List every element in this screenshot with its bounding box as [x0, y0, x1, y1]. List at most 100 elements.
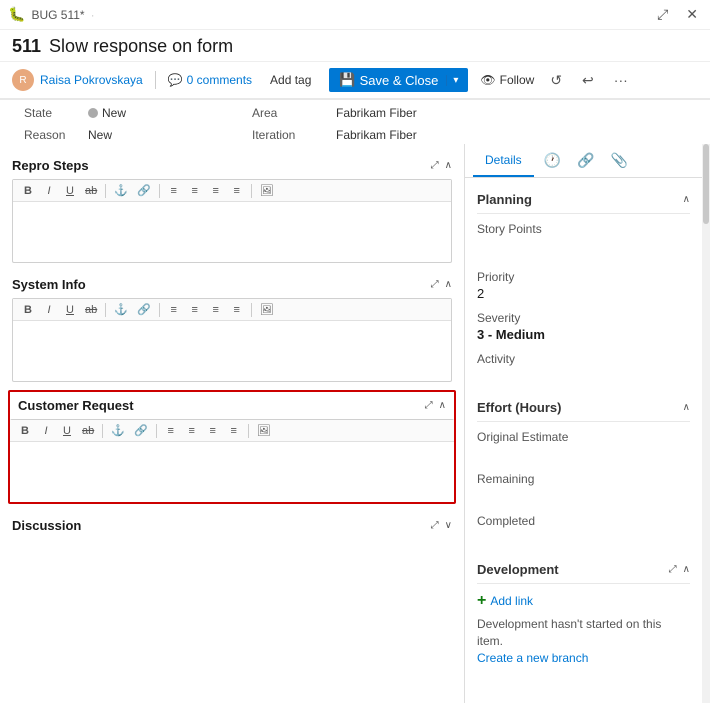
repro-strike-btn[interactable]: ab — [82, 184, 100, 198]
tab-history[interactable]: 🕐 — [538, 144, 567, 177]
discussion-expand-icon[interactable]: ⤢ — [431, 520, 439, 531]
save-close-button[interactable]: 💾 Save & Close ▾ — [329, 68, 468, 92]
repro-anchor-btn[interactable]: ⚓ — [111, 183, 131, 198]
sysinfo-list4-btn[interactable]: ≡ — [228, 303, 246, 317]
repro-list4-btn[interactable]: ≡ — [228, 184, 246, 198]
custreq-underline-btn[interactable]: U — [58, 424, 76, 438]
sysinfo-anchor-btn[interactable]: ⚓ — [111, 302, 131, 317]
custreq-sep-2 — [156, 424, 157, 438]
repro-expand-icon[interactable]: ⤢ — [431, 160, 439, 171]
repro-list3-btn[interactable]: ≡ — [207, 184, 225, 198]
custreq-collapse-icon[interactable]: ∧ — [439, 400, 446, 411]
custreq-bold-btn[interactable]: B — [16, 424, 34, 438]
right-panel: Details 🕐 🔗 📎 Planning ∧ Story Points — [465, 144, 710, 703]
tab-details[interactable]: Details — [473, 145, 534, 177]
effort-section-header: Effort (Hours) ∧ — [477, 394, 690, 422]
user-name[interactable]: Raisa Pokrovskaya — [40, 73, 143, 87]
customer-request-editor: B I U ab ⚓ 🔗 ≡ ≡ ≡ ≡ 🖼 — [10, 419, 454, 502]
system-info-content[interactable] — [13, 321, 451, 381]
repro-link-btn[interactable]: 🔗 — [134, 183, 154, 198]
repro-steps-header[interactable]: Repro Steps ⤢ ∧ — [0, 152, 464, 179]
completed-label: Completed — [477, 514, 690, 528]
repro-list2-btn[interactable]: ≡ — [186, 184, 204, 198]
custreq-italic-btn[interactable]: I — [37, 424, 55, 438]
follow-icon: 👁 — [480, 73, 495, 87]
sysinfo-link-btn[interactable]: 🔗 — [134, 302, 154, 317]
completed-row: Completed — [477, 514, 690, 546]
customer-request-toolbar: B I U ab ⚓ 🔗 ≡ ≡ ≡ ≡ 🖼 — [10, 420, 454, 442]
sysinfo-underline-btn[interactable]: U — [61, 303, 79, 317]
right-content: Details 🕐 🔗 📎 Planning ∧ Story Points — [465, 144, 702, 703]
right-scrollbar-thumb — [703, 144, 709, 224]
dev-collapse-btn[interactable]: ∧ — [683, 564, 690, 575]
details-content: Planning ∧ Story Points Priority 2 — [465, 178, 702, 674]
customer-request-controls: ⤢ ∧ — [425, 400, 446, 411]
dev-section-title: Development — [477, 562, 559, 577]
follow-button[interactable]: 👁 Follow — [480, 73, 534, 87]
sysinfo-strike-btn[interactable]: ab — [82, 303, 100, 317]
repro-list1-btn[interactable]: ≡ — [165, 184, 183, 198]
planning-collapse-btn[interactable]: ∧ — [683, 194, 690, 205]
tab-links[interactable]: 🔗 — [571, 144, 600, 177]
expand-window-button[interactable]: ⤢ — [653, 4, 672, 25]
tab-attachments[interactable]: 📎 — [605, 144, 634, 177]
repro-underline-btn[interactable]: U — [61, 184, 79, 198]
sysinfo-collapse-icon[interactable]: ∧ — [445, 279, 452, 290]
repro-collapse-icon[interactable]: ∧ — [445, 160, 452, 171]
dev-expand-icon[interactable]: ⤢ — [669, 564, 677, 575]
undo-button[interactable]: ↩ — [578, 70, 598, 91]
original-estimate-value[interactable] — [477, 446, 690, 462]
custreq-list3-btn[interactable]: ≡ — [204, 424, 222, 438]
sysinfo-expand-icon[interactable]: ⤢ — [431, 279, 439, 290]
system-info-title: System Info — [12, 277, 86, 292]
custreq-list4-btn[interactable]: ≡ — [225, 424, 243, 438]
severity-value[interactable]: 3 - Medium — [477, 327, 690, 342]
comments-link[interactable]: 💬 0 comments — [168, 73, 252, 87]
system-info-section: System Info ⤢ ∧ B I U ab ⚓ 🔗 ≡ ≡ — [0, 271, 464, 382]
right-scrollbar[interactable] — [702, 144, 710, 703]
page-header: 511 Slow response on form — [0, 30, 710, 62]
story-points-value[interactable] — [477, 238, 690, 254]
repro-italic-btn[interactable]: I — [40, 184, 58, 198]
sysinfo-image-btn[interactable]: 🖼 — [257, 302, 277, 317]
avatar: R — [12, 69, 34, 91]
activity-row: Activity — [477, 352, 690, 384]
bug-title: Slow response on form — [49, 36, 233, 57]
priority-label: Priority — [477, 270, 690, 284]
more-options-button[interactable]: ··· — [610, 70, 632, 90]
custreq-anchor-btn[interactable]: ⚓ — [108, 423, 128, 438]
custreq-list1-btn[interactable]: ≡ — [162, 424, 180, 438]
activity-value[interactable] — [477, 368, 690, 384]
repro-steps-content[interactable] — [13, 202, 451, 262]
refresh-button[interactable]: ↺ — [546, 70, 566, 91]
sysinfo-list1-btn[interactable]: ≡ — [165, 303, 183, 317]
customer-request-header[interactable]: Customer Request ⤢ ∧ — [10, 392, 454, 419]
repro-image-btn[interactable]: 🖼 — [257, 183, 277, 198]
system-info-header[interactable]: System Info ⤢ ∧ — [0, 271, 464, 298]
custreq-expand-icon[interactable]: ⤢ — [425, 400, 433, 411]
priority-value[interactable]: 2 — [477, 286, 690, 301]
add-link-button[interactable]: + Add link — [477, 592, 533, 610]
completed-value[interactable] — [477, 530, 690, 546]
sysinfo-italic-btn[interactable]: I — [40, 303, 58, 317]
sysinfo-bold-btn[interactable]: B — [19, 303, 37, 317]
effort-collapse-btn[interactable]: ∧ — [683, 402, 690, 413]
toolbar: R Raisa Pokrovskaya 💬 0 comments Add tag… — [0, 62, 710, 100]
remaining-value[interactable] — [477, 488, 690, 504]
custreq-strike-btn[interactable]: ab — [79, 424, 97, 438]
discussion-collapse-icon[interactable]: ∨ — [445, 520, 452, 531]
create-branch-link[interactable]: Create a new branch — [477, 651, 588, 665]
custreq-list2-btn[interactable]: ≡ — [183, 424, 201, 438]
dev-section-controls: ⤢ ∧ — [669, 564, 690, 575]
repro-bold-btn[interactable]: B — [19, 184, 37, 198]
close-window-button[interactable]: ✕ — [682, 4, 702, 25]
sysinfo-sep-2 — [159, 303, 160, 317]
discussion-header[interactable]: Discussion ⤢ ∨ — [0, 512, 464, 539]
custreq-link-btn[interactable]: 🔗 — [131, 423, 151, 438]
sysinfo-list2-btn[interactable]: ≡ — [186, 303, 204, 317]
sysinfo-list3-btn[interactable]: ≡ — [207, 303, 225, 317]
save-dropdown-arrow[interactable]: ▾ — [446, 75, 458, 86]
customer-request-content[interactable] — [10, 442, 454, 502]
custreq-image-btn[interactable]: 🖼 — [254, 423, 274, 438]
add-tag-button[interactable]: Add tag — [264, 71, 317, 89]
